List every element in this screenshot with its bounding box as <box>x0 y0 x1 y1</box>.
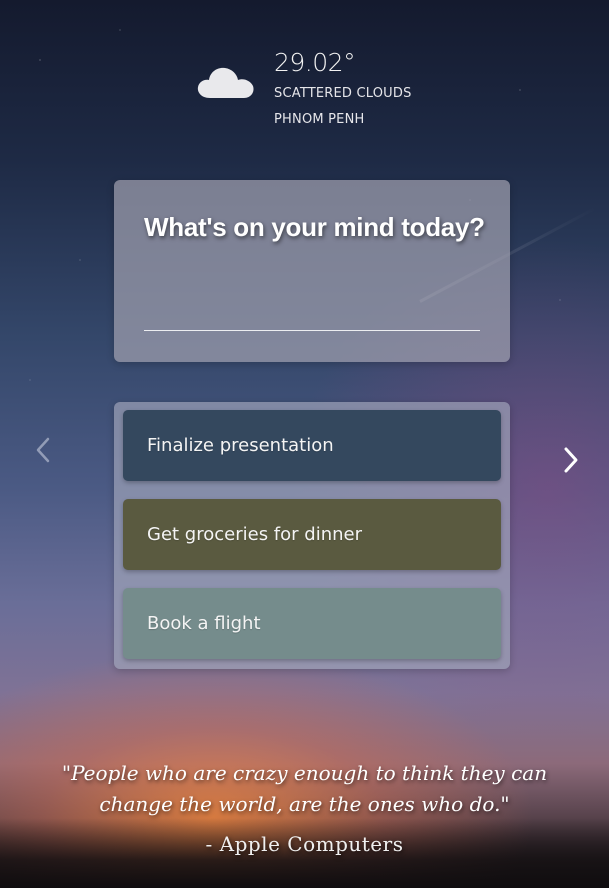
temperature: 29.02° <box>274 48 356 77</box>
weather-description: SCATTERED CLOUDS <box>274 86 412 101</box>
chevron-right-icon <box>563 446 579 478</box>
todo-item[interactable]: Finalize presentation <box>123 410 501 481</box>
todo-item-label: Book a flight <box>147 613 261 634</box>
city-name: PHNOM PENH <box>274 112 365 127</box>
focus-card: What's on your mind today? <box>114 180 510 362</box>
chevron-left-icon <box>35 436 51 468</box>
weather-widget: 29.02° SCATTERED CLOUDS PHNOM PENH <box>194 48 434 138</box>
next-button[interactable] <box>556 447 586 477</box>
todo-item[interactable]: Book a flight <box>123 588 501 659</box>
focus-input[interactable] <box>144 298 480 331</box>
quote-author: - Apple Computers <box>205 832 404 856</box>
todo-item-label: Finalize presentation <box>147 435 334 456</box>
todo-item[interactable]: Get groceries for dinner <box>123 499 501 570</box>
previous-button[interactable] <box>28 437 58 467</box>
cloud-icon <box>196 60 256 100</box>
todo-item-label: Get groceries for dinner <box>147 524 362 545</box>
todo-list: Finalize presentation Get groceries for … <box>114 402 510 669</box>
quote-text: "People who are crazy enough to think th… <box>61 761 548 816</box>
focus-question: What's on your mind today? <box>144 212 485 242</box>
